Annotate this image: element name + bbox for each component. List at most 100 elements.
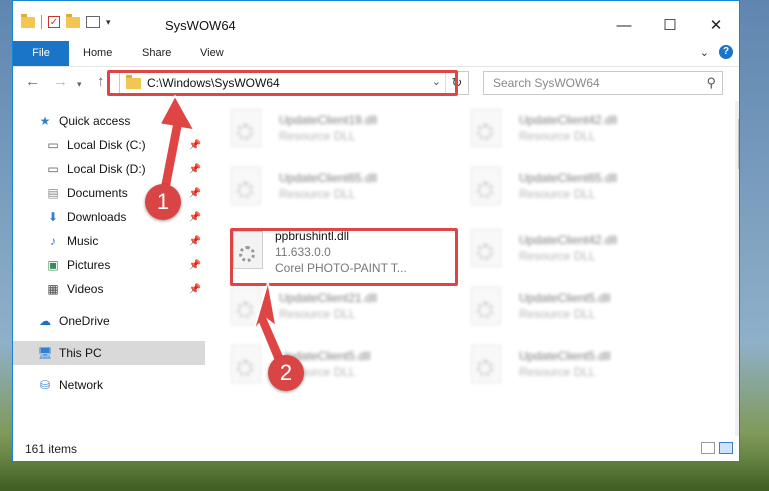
- file-name: UpdateClient5.dll: [519, 349, 611, 363]
- file-name: UpdateClient42.dll: [519, 113, 618, 127]
- tiles-view-icon[interactable]: [719, 442, 733, 454]
- file-item[interactable]: UpdateClient65.dll Resource DLL: [449, 161, 669, 217]
- customize-dropdown-icon[interactable]: ▾: [106, 17, 111, 28]
- pin-icon[interactable]: 📌: [189, 260, 201, 271]
- file-item[interactable]: UpdateClient65.dll Resource DLL: [209, 161, 429, 217]
- star-icon: ★: [39, 114, 51, 128]
- address-bar-highlight: [107, 70, 458, 96]
- step-1-badge: 1: [145, 184, 181, 220]
- sidebar-item-videos[interactable]: ▦ Videos 📌: [13, 277, 205, 301]
- quick-access-toolbar: ✓ ▾: [21, 13, 111, 29]
- tab-share[interactable]: Share: [142, 41, 171, 66]
- pin-icon[interactable]: 📌: [189, 284, 201, 295]
- file-name: UpdateClient65.dll: [519, 171, 618, 185]
- file-name: UpdateClient5.dll: [519, 291, 611, 305]
- pin-icon[interactable]: 📌: [189, 188, 201, 199]
- dll-file-icon: [231, 287, 261, 325]
- file-type: Resource DLL: [519, 249, 596, 263]
- sidebar-item-quick-access[interactable]: ★ Quick access: [13, 109, 205, 133]
- file-name: UpdateClient65.dll: [279, 171, 378, 185]
- document-icon: ▤: [47, 186, 59, 200]
- dll-file-icon: [471, 167, 501, 205]
- sidebar-item-label: Local Disk (C:): [67, 138, 146, 152]
- maximize-button[interactable]: ☐: [647, 9, 693, 41]
- dll-file-icon: [471, 287, 501, 325]
- sidebar-item-pictures[interactable]: ▣ Pictures 📌: [13, 253, 205, 277]
- back-arrow-icon[interactable]: ←: [25, 73, 40, 90]
- file-item[interactable]: UpdateClient19.dll Resource DLL: [209, 103, 429, 159]
- item-count: 161 items: [25, 442, 78, 456]
- forward-arrow-icon[interactable]: →: [53, 73, 68, 90]
- music-icon: ♪: [50, 234, 56, 248]
- pin-icon[interactable]: 📌: [189, 212, 201, 223]
- tab-view[interactable]: View: [200, 41, 224, 66]
- dll-file-icon: [471, 109, 501, 147]
- properties-check-icon[interactable]: ✓: [48, 16, 60, 28]
- sidebar-item-label: Network: [59, 378, 104, 392]
- sidebar-item-label: Music: [67, 234, 99, 248]
- up-arrow-icon[interactable]: ↑: [97, 73, 105, 90]
- close-button[interactable]: ✕: [693, 9, 739, 41]
- file-type: Resource DLL: [519, 307, 596, 321]
- sidebar-item-label: OneDrive: [59, 314, 110, 328]
- pin-icon[interactable]: 📌: [189, 140, 201, 151]
- file-highlight: [230, 228, 458, 286]
- title-bar: ✓ ▾ SysWOW64 — ☐ ✕: [13, 1, 739, 41]
- file-item[interactable]: UpdateClient5.dll Resource DLL: [449, 281, 669, 337]
- search-placeholder: Search SysWOW64: [493, 76, 600, 90]
- divider: [41, 15, 42, 29]
- file-type: Resource DLL: [279, 129, 356, 143]
- network-icon: ⛁: [39, 378, 51, 392]
- pin-icon[interactable]: 📌: [189, 164, 201, 175]
- new-folder-icon[interactable]: [66, 13, 80, 28]
- scroll-down-icon[interactable]: ▼: [739, 425, 740, 434]
- tab-home[interactable]: Home: [83, 41, 112, 66]
- navigation-pane: ★ Quick access ▭ Local Disk (C:) 📌 ▭ Loc…: [13, 105, 207, 435]
- properties-icon[interactable]: [86, 16, 100, 28]
- tab-file[interactable]: File: [13, 41, 69, 66]
- sidebar-item-this-pc[interactable]: 🖥 This PC: [13, 341, 205, 365]
- scroll-thumb[interactable]: [738, 119, 739, 169]
- window-controls: — ☐ ✕: [601, 9, 739, 41]
- drive-icon: ▭: [47, 138, 59, 152]
- gear-icon: [237, 182, 253, 198]
- help-icon[interactable]: ?: [719, 45, 733, 59]
- sidebar-item-label: Videos: [67, 282, 104, 296]
- gear-icon: [237, 360, 253, 376]
- vertical-scrollbar[interactable]: ▲ ▼: [735, 101, 740, 436]
- sidebar-item-local-disk-c[interactable]: ▭ Local Disk (C:) 📌: [13, 133, 205, 157]
- expand-ribbon-icon[interactable]: ⌄: [700, 46, 709, 59]
- gear-icon: [477, 360, 493, 376]
- cloud-icon: ☁: [39, 314, 51, 328]
- sidebar-item-label: Pictures: [67, 258, 111, 272]
- file-item[interactable]: UpdateClient42.dll Resource DLL: [449, 223, 669, 279]
- sidebar-item-onedrive[interactable]: ☁ OneDrive: [13, 309, 205, 333]
- picture-icon: ▣: [47, 258, 59, 272]
- file-item[interactable]: UpdateClient5.dll Resource DLL: [449, 339, 669, 395]
- file-item[interactable]: UpdateClient21.dll Resource DLL: [209, 281, 429, 337]
- gear-icon: [237, 124, 253, 140]
- recent-dropdown-icon[interactable]: ▾: [77, 79, 82, 90]
- file-type: Resource DLL: [519, 365, 596, 379]
- file-item[interactable]: UpdateClient5.dll Resource DLL: [209, 339, 429, 395]
- file-type: Resource DLL: [519, 129, 596, 143]
- step-2-badge: 2: [268, 355, 304, 391]
- ribbon: File Home Share View ⌄ ?: [13, 41, 739, 67]
- scroll-up-icon[interactable]: ▲: [739, 103, 740, 112]
- file-item[interactable]: UpdateClient42.dll Resource DLL: [449, 103, 669, 159]
- sidebar-item-label: Documents: [67, 186, 128, 200]
- details-view-icon[interactable]: [701, 442, 715, 454]
- sidebar-item-local-disk-d[interactable]: ▭ Local Disk (D:) 📌: [13, 157, 205, 181]
- dll-file-icon: [471, 345, 501, 383]
- sidebar-item-network[interactable]: ⛁ Network: [13, 373, 205, 397]
- minimize-button[interactable]: —: [601, 9, 647, 41]
- file-name: UpdateClient21.dll: [279, 291, 378, 305]
- download-icon: ⬇: [47, 210, 59, 224]
- search-input[interactable]: Search SysWOW64 ⚲: [483, 71, 723, 95]
- search-icon[interactable]: ⚲: [706, 75, 716, 91]
- sidebar-item-music[interactable]: ♪ Music 📌: [13, 229, 205, 253]
- file-name: UpdateClient42.dll: [519, 233, 618, 247]
- dll-file-icon: [231, 167, 261, 205]
- gear-icon: [477, 182, 493, 198]
- pin-icon[interactable]: 📌: [189, 236, 201, 247]
